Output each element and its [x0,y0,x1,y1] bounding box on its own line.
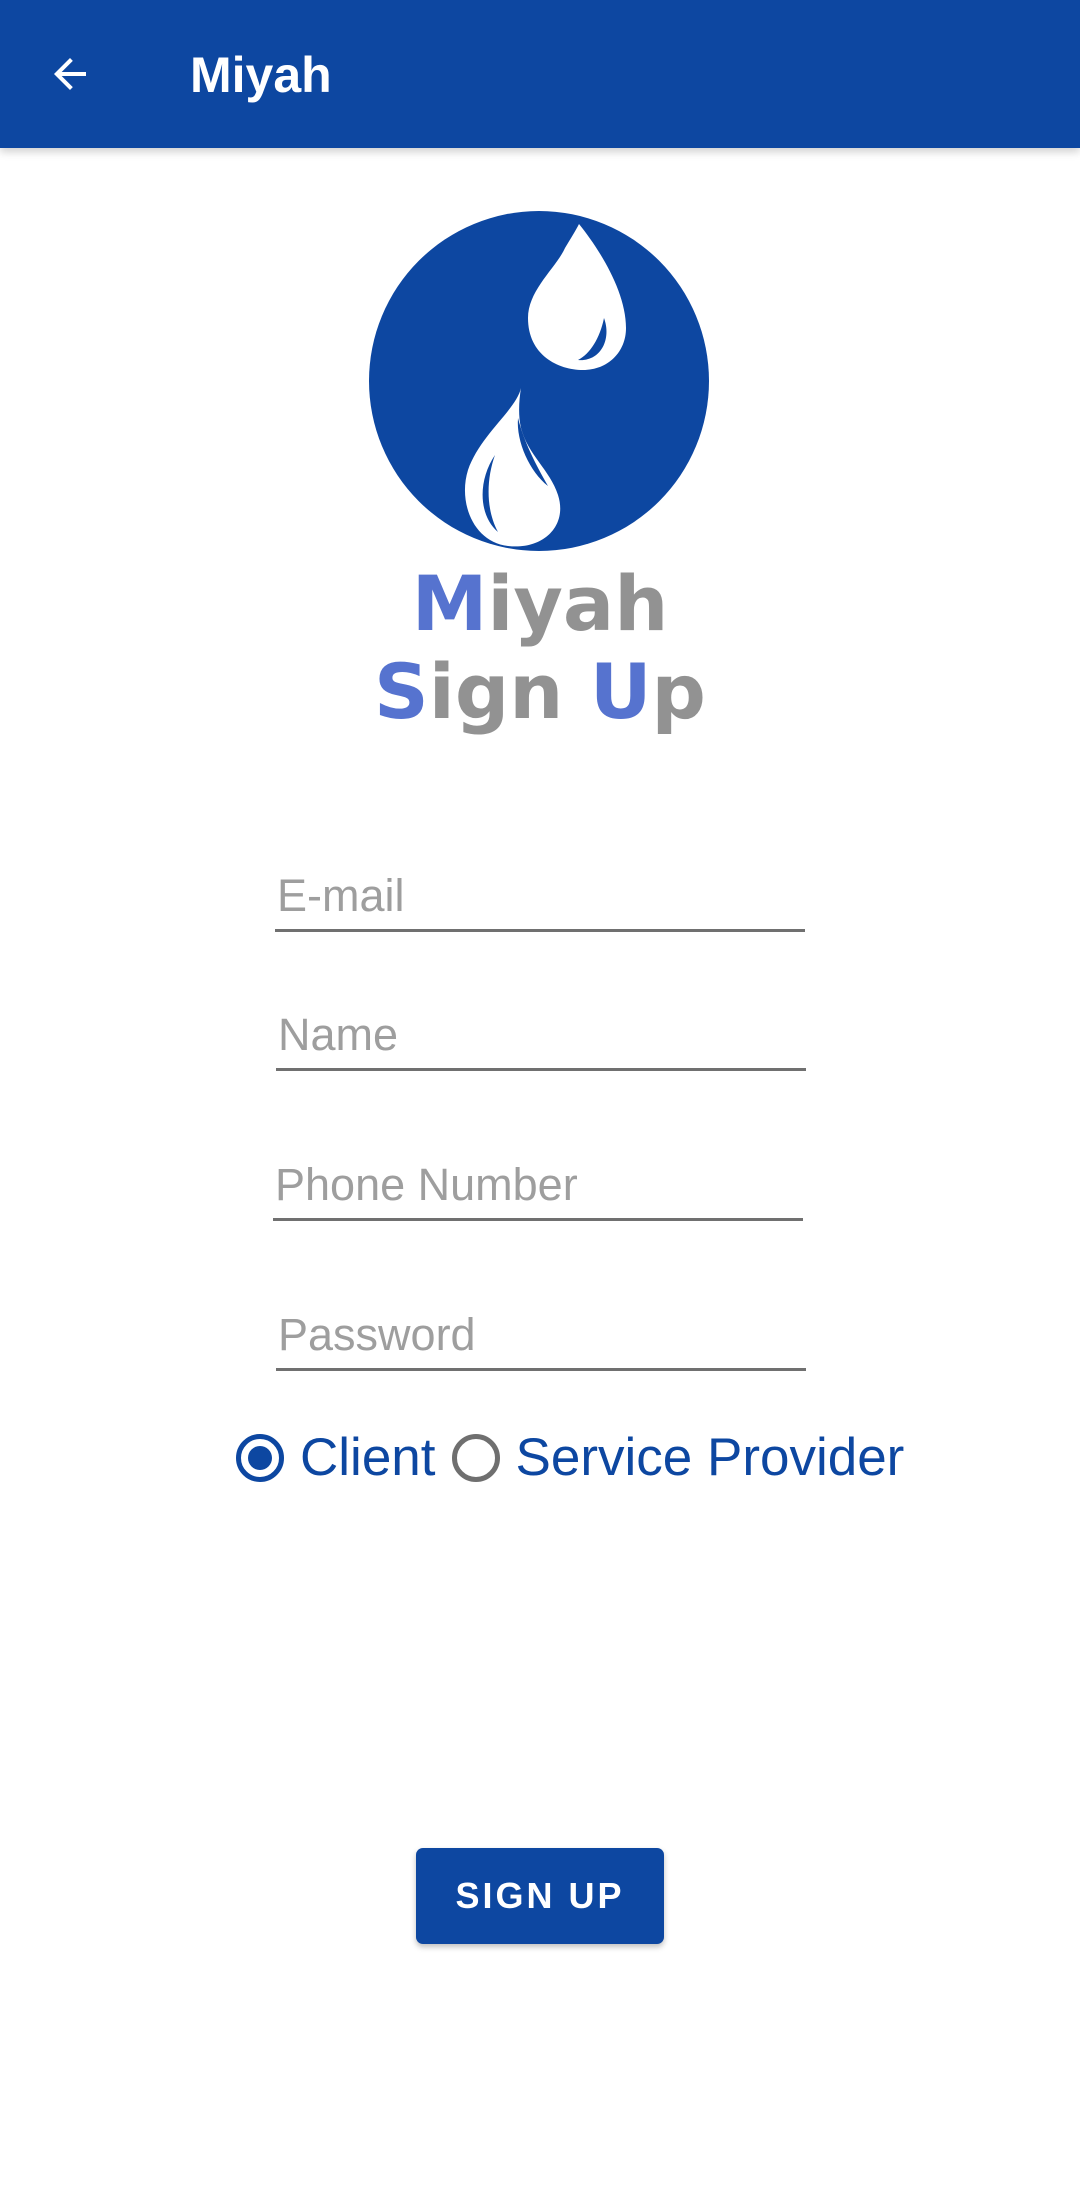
radio-unchecked-icon [451,1434,500,1482]
water-drops-logo [369,211,709,551]
heading-app-name: Miyah [411,559,669,648]
radio-client-label: Client [300,1428,436,1487]
app-title: Miyah [190,47,332,103]
password-field [276,1301,806,1371]
arrow-left-icon [54,58,86,90]
radio-service-provider[interactable]: Service Provider [451,1420,921,1496]
back-button[interactable] [30,34,110,114]
email-input[interactable] [275,862,805,929]
role-radio-group: Client Service Provider [236,1420,920,1496]
radio-client[interactable]: Client [236,1420,452,1496]
name-input[interactable] [276,1001,806,1068]
radio-service-provider-label: Service Provider [515,1428,905,1487]
name-field [276,1001,806,1071]
radio-checked-icon [236,1434,284,1482]
email-field [275,862,805,932]
sign-up-button[interactable]: SIGN UP [416,1848,664,1944]
heading-sign-up: Sign Up [374,647,706,736]
app-bar: Miyah [0,0,1080,148]
phone-field [273,1151,803,1221]
password-input[interactable] [276,1301,806,1368]
phone-number-input[interactable] [273,1151,803,1218]
signup-heading: Miyah Sign Up [0,560,1080,736]
